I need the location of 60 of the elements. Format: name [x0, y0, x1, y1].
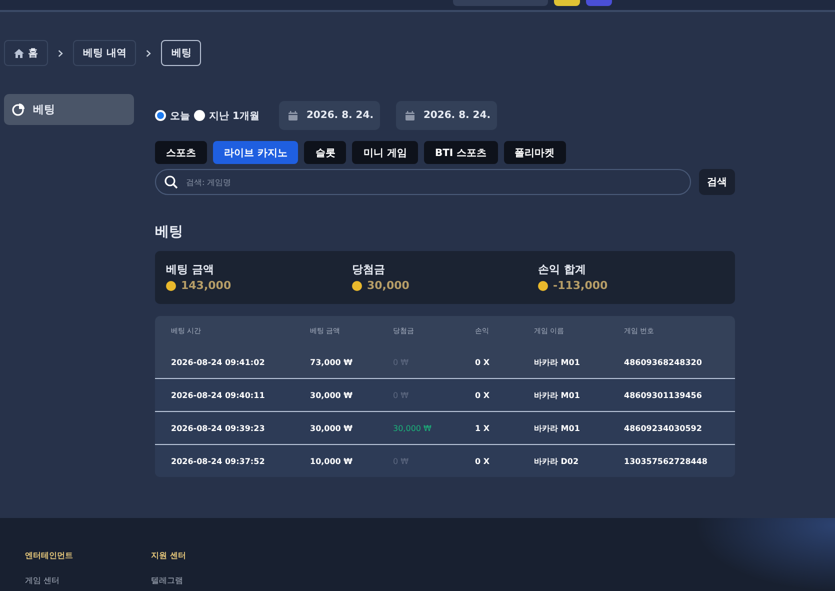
home-icon	[14, 48, 24, 58]
section-title: 베팅	[155, 223, 184, 241]
period-radio[interactable]: 오늘	[155, 108, 190, 122]
footer-link[interactable]: 텔레그램	[151, 575, 186, 586]
table-cell-text: 2026-08-24 09:40:11	[171, 390, 266, 400]
table-cell-text: 바카라 M01	[534, 422, 581, 434]
table-cell-text: 바카라 M01	[534, 356, 581, 368]
calendar-icon	[288, 110, 298, 120]
table-cell-text: 2026-08-24 09:41:02	[171, 358, 266, 366]
table-cell-text: 0 X	[475, 358, 491, 366]
footer-heading: 지원 센터	[151, 550, 186, 561]
search-icon	[164, 175, 178, 189]
coin-icon	[538, 280, 548, 290]
footer-heading: 엔터테인먼트	[25, 550, 73, 561]
breadcrumb-link[interactable]: 베팅	[161, 40, 202, 66]
date-field[interactable]: 2026. 8. 24.	[396, 101, 498, 130]
summary-value: -113,000	[553, 279, 608, 292]
period-radio[interactable]: 지난 1개월	[194, 108, 260, 122]
header-button[interactable]	[554, 0, 580, 6]
category-tab[interactable]: 미니 게임	[352, 141, 418, 164]
category-tab[interactable]: 슬롯	[304, 141, 346, 164]
breadcrumb-link[interactable]: 베팅 내역	[73, 40, 136, 66]
table-cell-text: 0 X	[475, 456, 491, 466]
table-cell-text: 바카라 D02	[534, 456, 580, 466]
search-button[interactable]: 검색	[699, 169, 735, 195]
sidebar-item[interactable]: 베팅	[4, 94, 134, 125]
footer-link[interactable]: 게임 센터	[25, 575, 73, 586]
chevron-icon	[146, 50, 152, 56]
date-field[interactable]: 2026. 8. 24.	[279, 101, 380, 130]
summary-value: 143,000	[181, 279, 232, 292]
table-cell-text: 2026-08-24 09:39:23	[171, 424, 266, 432]
category-tab[interactable]: 스포츠	[155, 141, 207, 164]
table-cell-text: 10,000 ₩	[310, 456, 354, 466]
chevron-icon	[58, 50, 63, 56]
table-cell-text: 30,000 ₩	[393, 424, 432, 432]
table-cell-text: 30,000 ₩	[310, 424, 354, 432]
table-cell-text: 73,000 ₩	[310, 358, 354, 366]
summary-value: 30,000	[367, 279, 410, 292]
table-cell-text: 48609301139456	[624, 390, 703, 400]
summary-label: 당첨금	[352, 262, 386, 277]
search-field[interactable]: 검색: 게임명	[155, 169, 691, 195]
calendar-icon	[405, 110, 416, 120]
category-tab[interactable]: 라이브 카지노	[213, 141, 298, 164]
breadcrumb-link[interactable]: 홈	[4, 40, 48, 66]
pie-chart-icon	[12, 103, 25, 116]
table-cell-text: 48609234030592	[624, 424, 703, 432]
summary-label: 베팅 금액	[166, 262, 215, 277]
coin-icon	[166, 280, 176, 290]
category-tab[interactable]: BTI 스포츠	[424, 141, 498, 164]
category-tab[interactable]: 폴리마켓	[504, 141, 566, 164]
table-cell-text: 1 X	[475, 424, 491, 432]
table-cell-text: 2026-08-24 09:37:52	[171, 456, 266, 466]
coin-icon	[352, 280, 362, 290]
table-cell-text: 130357562728448	[624, 456, 708, 466]
table-cell-text: 0 X	[475, 390, 491, 400]
table-cell-text: 바카라 M01	[534, 390, 581, 400]
header-field[interactable]	[453, 0, 548, 6]
table-cell-text: 30,000 ₩	[310, 390, 354, 400]
summary-label: 손익 합계	[538, 262, 587, 277]
table-cell-text: 48609368248320	[624, 358, 703, 366]
